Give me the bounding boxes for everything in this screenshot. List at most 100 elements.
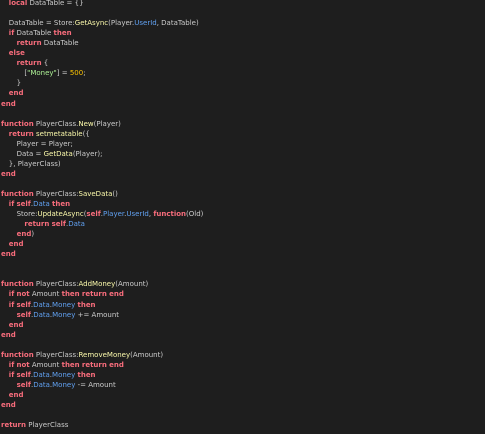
code-token: , DataTable) [156, 19, 199, 28]
code-token: end [8, 320, 24, 329]
code-line[interactable]: Store:UpdateAsync(self.Player.UserId, fu… [17, 209, 204, 219]
code-token: Data [33, 310, 50, 319]
code-token: end [1, 330, 16, 339]
code-line[interactable]: self.Data.Money -= Amount [17, 380, 116, 390]
code-line[interactable]: DataTable = Store:GetAsync(Player.UserId… [9, 18, 199, 28]
code-line[interactable]: end [1, 330, 16, 340]
code-token: DataTable = Store: [8, 19, 75, 28]
code-line[interactable]: end [1, 99, 16, 109]
code-token: end [8, 240, 24, 249]
code-token: Money [52, 380, 76, 389]
code-token: then [53, 29, 72, 38]
code-token: not [16, 360, 30, 369]
code-line[interactable]: }, PlayerClass) [9, 159, 61, 169]
code-token: DataTable = {} [27, 0, 84, 7]
code-token: then [61, 290, 80, 299]
code-token: AddMoney [78, 280, 116, 289]
code-line[interactable]: return self.Data [24, 219, 85, 229]
code-token: } [16, 79, 22, 88]
code-token: end [8, 390, 24, 399]
code-token: (Amount) [115, 280, 149, 289]
code-token: PlayerClass. [33, 119, 79, 128]
code-line[interactable]: end [9, 320, 24, 330]
code-token: self [16, 300, 31, 309]
code-token: (Old) [186, 210, 204, 219]
code-line[interactable]: return { [17, 58, 49, 68]
code-line[interactable]: function PlayerClass:AddMoney(Amount) [1, 279, 148, 289]
code-line[interactable]: end) [17, 229, 34, 239]
code-line[interactable]: Data = GetData(Player); [17, 149, 103, 159]
code-line[interactable]: if not Amount then return end [9, 360, 124, 370]
code-token: end [109, 360, 124, 369]
code-token: GetData [43, 149, 73, 158]
code-token: setmetatable [36, 129, 83, 138]
code-token: local [8, 0, 28, 7]
code-line[interactable]: self.Data.Money += Amount [17, 310, 119, 320]
code-token: not [16, 290, 30, 299]
code-token: return [81, 290, 107, 299]
code-line[interactable]: end [9, 88, 24, 98]
code-token: then [52, 200, 71, 208]
code-line[interactable]: return PlayerClass [1, 420, 68, 430]
code-token: self [86, 210, 101, 219]
code-token: Amount [29, 360, 62, 369]
code-line[interactable]: end [1, 249, 16, 259]
code-token: RemoveMoney [78, 350, 131, 359]
code-token: "Money" [27, 69, 57, 78]
code-token: UpdateAsync [37, 210, 84, 219]
code-token: self [16, 200, 31, 208]
code-line[interactable]: function PlayerClass:SaveData() [1, 189, 118, 199]
code-token: PlayerClass: [33, 280, 79, 289]
code-line[interactable]: else [9, 48, 25, 58]
code-token: return [81, 360, 107, 369]
code-token: DataTable [14, 29, 54, 38]
code-token: end [109, 290, 124, 299]
code-token: ) [31, 230, 35, 239]
code-line[interactable]: if self.Data.Money then [9, 370, 96, 380]
code-line[interactable]: function PlayerClass.New(Player) [1, 119, 121, 129]
code-token: return [24, 220, 50, 229]
code-line[interactable]: Player = Player; [17, 139, 73, 149]
code-token: Money [52, 310, 76, 319]
code-token: Data [33, 300, 50, 309]
code-token: Player [103, 210, 125, 219]
code-line[interactable]: function PlayerClass:RemoveMoney(Amount) [1, 350, 163, 360]
code-line[interactable]: if self.Data.Money then [9, 300, 96, 310]
code-token: then [77, 300, 96, 309]
code-token: PlayerClass: [33, 189, 79, 198]
code-token: self [16, 370, 31, 379]
code-token: return [16, 59, 42, 68]
code-token: PlayerClass [25, 421, 69, 430]
code-token: ] = [56, 69, 70, 78]
code-token: end [8, 89, 24, 98]
code-token: Player = Player; [16, 139, 73, 148]
code-line[interactable]: } [17, 78, 21, 88]
code-token: SaveData [78, 189, 113, 198]
code-line[interactable]: return setmetatable({ [9, 129, 90, 139]
code-token: 500 [69, 69, 84, 78]
code-token: end [1, 169, 16, 178]
code-token: function [153, 210, 187, 219]
code-line[interactable]: if DataTable then [9, 28, 72, 38]
code-line[interactable]: return DataTable [17, 38, 79, 48]
code-line[interactable]: end [1, 169, 16, 179]
code-line[interactable]: end [9, 239, 24, 249]
code-line[interactable]: if self.Data then [9, 199, 70, 209]
code-token: then [61, 360, 80, 369]
code-token: return [8, 129, 34, 138]
code-line[interactable]: end [9, 390, 24, 400]
code-token: DataTable [41, 39, 79, 48]
code-token: Data [68, 220, 85, 229]
code-editor[interactable]: local DataTable = {} DataTable = Store:Ge… [0, 0, 485, 434]
code-line[interactable]: ["Money"] = 500; [24, 68, 85, 78]
code-token: Data [33, 370, 50, 379]
code-token: GetAsync [74, 19, 109, 28]
code-token: end [16, 230, 32, 239]
code-line[interactable]: if not Amount then return end [9, 289, 124, 299]
code-line[interactable]: local DataTable = {} [9, 0, 84, 8]
code-token: ({ [82, 129, 90, 138]
code-token: { [41, 59, 49, 68]
code-token: Data [33, 200, 50, 208]
code-line[interactable]: end [1, 400, 16, 410]
code-token: end [1, 401, 16, 409]
